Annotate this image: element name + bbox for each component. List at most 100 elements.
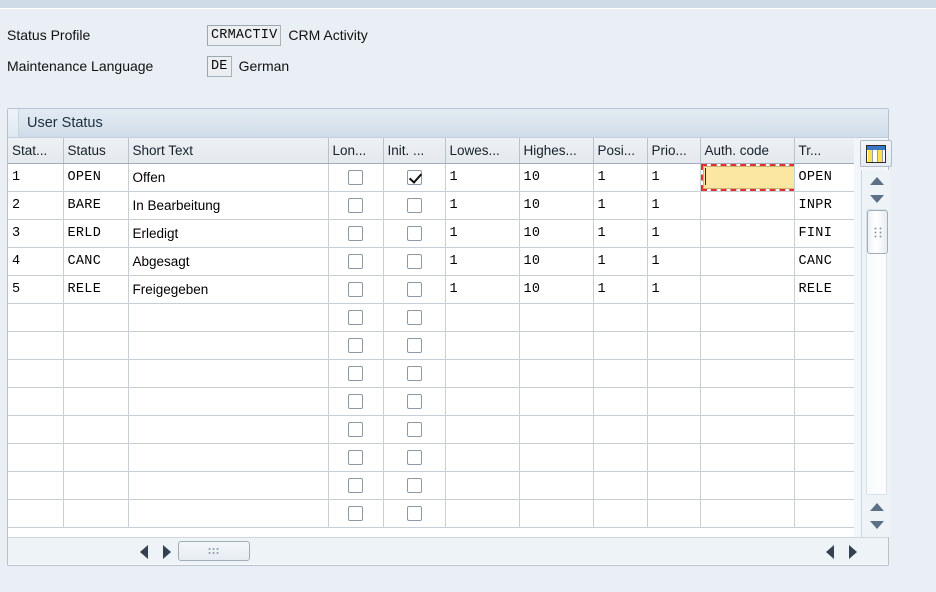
checkbox-initial[interactable]	[406, 197, 422, 213]
checkbox-long_text[interactable]	[348, 421, 363, 437]
cell-auth_code-active[interactable]	[700, 163, 795, 192]
cell-priority[interactable]: 1	[647, 219, 701, 248]
table-row[interactable]: 3 ERLD Erledigt 1 10 1 1 FINI	[8, 219, 854, 248]
cell-priority[interactable]: 1	[647, 191, 701, 220]
cell-short_text[interactable]: In Bearbeitung	[128, 191, 329, 220]
cell-highest[interactable]: 10	[519, 191, 594, 220]
cell-tr[interactable]	[794, 415, 854, 444]
cell-short_text[interactable]	[128, 471, 329, 500]
cell-highest[interactable]	[519, 303, 594, 332]
cell-status_no[interactable]: 2	[8, 191, 64, 220]
cell-auth_code[interactable]	[700, 387, 795, 416]
cell-highest[interactable]	[519, 443, 594, 472]
cell-initial[interactable]	[383, 331, 446, 360]
cell-status_no[interactable]: 4	[8, 247, 64, 276]
cell-position[interactable]: 1	[593, 219, 648, 248]
cell-lowest[interactable]: 1	[445, 275, 520, 304]
cell-auth_code[interactable]	[700, 415, 795, 444]
vertical-scrollbar[interactable]	[861, 170, 890, 537]
cell-priority[interactable]: 1	[647, 163, 701, 192]
scroll-page-up-button[interactable]	[864, 498, 889, 516]
cell-position[interactable]: 1	[593, 163, 648, 192]
checkbox-long_text[interactable]	[348, 337, 363, 353]
cell-auth_code[interactable]	[700, 275, 795, 304]
cell-lowest[interactable]: 1	[445, 191, 520, 220]
cell-position[interactable]: 1	[593, 247, 648, 276]
checkbox-long_text[interactable]	[348, 449, 363, 465]
cell-tr[interactable]	[794, 387, 854, 416]
horizontal-scroll-thumb[interactable]	[178, 541, 250, 561]
checkbox-long_text[interactable]	[348, 197, 363, 213]
checkbox-long_text[interactable]	[348, 225, 363, 241]
cell-status_no[interactable]	[8, 387, 64, 416]
checkbox-long_text[interactable]	[348, 365, 363, 381]
cell-tr[interactable]	[794, 303, 854, 332]
cell-status_no[interactable]	[8, 415, 64, 444]
cell-highest[interactable]: 10	[519, 163, 594, 192]
cell-status[interactable]: RELE	[63, 275, 129, 304]
checkbox-initial[interactable]	[406, 477, 422, 493]
scroll-right-button[interactable]	[157, 542, 176, 561]
cell-status_no[interactable]	[8, 471, 64, 500]
cell-auth_code[interactable]	[700, 247, 795, 276]
cell-tr[interactable]	[794, 331, 854, 360]
table-header-short_text[interactable]: Short Text	[128, 138, 329, 164]
cell-priority[interactable]: 1	[647, 275, 701, 304]
table-header-status_no[interactable]: Stat...	[8, 138, 64, 164]
cell-status[interactable]: BARE	[63, 191, 129, 220]
cell-position[interactable]	[593, 387, 648, 416]
cell-tr[interactable]: CANC	[794, 247, 854, 276]
cell-position[interactable]	[593, 443, 648, 472]
cell-auth_code[interactable]	[700, 331, 795, 360]
scroll-right-end-button[interactable]	[843, 542, 862, 561]
checkbox-initial[interactable]	[406, 281, 422, 297]
cell-initial[interactable]	[383, 303, 446, 332]
cell-auth_code[interactable]	[700, 191, 795, 220]
cell-auth_code[interactable]	[700, 219, 795, 248]
cell-long_text[interactable]	[328, 443, 384, 472]
cell-long_text[interactable]	[328, 219, 384, 248]
cell-position[interactable]	[593, 499, 648, 528]
table-header-status[interactable]: Status	[63, 138, 129, 164]
cell-lowest[interactable]: 1	[445, 219, 520, 248]
checkbox-long_text[interactable]	[348, 477, 363, 493]
cell-lowest[interactable]	[445, 331, 520, 360]
checkbox-long_text[interactable]	[348, 169, 363, 185]
checkbox-initial[interactable]	[406, 337, 422, 353]
checkbox-initial[interactable]	[406, 309, 422, 325]
checkbox-long_text[interactable]	[348, 309, 363, 325]
cell-priority[interactable]	[647, 471, 701, 500]
scroll-left-button[interactable]	[134, 542, 153, 561]
status-profile-field[interactable]: CRMACTIV	[207, 24, 282, 46]
cell-status[interactable]	[63, 331, 129, 360]
cell-long_text[interactable]	[328, 471, 384, 500]
table-row[interactable]	[8, 303, 854, 332]
checkbox-initial[interactable]	[406, 505, 422, 521]
cell-long_text[interactable]	[328, 303, 384, 332]
cell-auth_code[interactable]	[700, 443, 795, 472]
table-header-initial[interactable]: Init. ...	[383, 138, 446, 164]
cell-initial[interactable]	[383, 499, 446, 528]
cell-short_text[interactable]	[128, 331, 329, 360]
checkbox-initial[interactable]	[406, 365, 422, 381]
cell-status[interactable]	[63, 443, 129, 472]
cell-highest[interactable]: 10	[519, 219, 594, 248]
table-row[interactable]	[8, 499, 854, 528]
table-settings-button[interactable]	[860, 140, 892, 167]
cell-short_text[interactable]	[128, 359, 329, 388]
cell-status[interactable]: CANC	[63, 247, 129, 276]
cell-lowest[interactable]	[445, 303, 520, 332]
checkbox-long_text[interactable]	[348, 281, 363, 297]
table-header-auth_code[interactable]: Auth. code	[700, 138, 795, 164]
vertical-scroll-track[interactable]	[866, 209, 888, 495]
cell-position[interactable]: 1	[593, 191, 648, 220]
cell-auth_code[interactable]	[700, 499, 795, 528]
cell-position[interactable]	[593, 415, 648, 444]
cell-status_no[interactable]: 3	[8, 219, 64, 248]
cell-position[interactable]	[593, 303, 648, 332]
cell-tr[interactable]	[794, 471, 854, 500]
cell-status_no[interactable]	[8, 303, 64, 332]
cell-lowest[interactable]	[445, 471, 520, 500]
table-row[interactable]	[8, 471, 854, 500]
table-row[interactable]	[8, 359, 854, 388]
